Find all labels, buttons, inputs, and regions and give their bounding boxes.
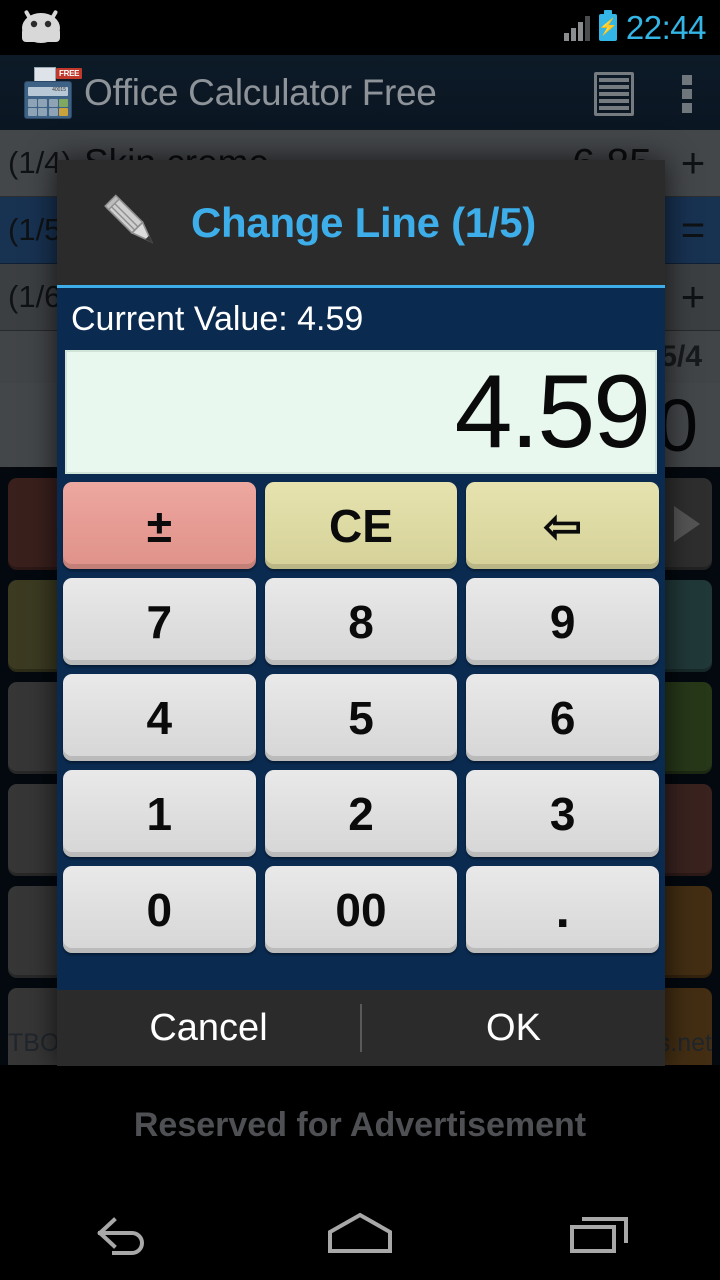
calculator-icon-keys: [28, 99, 68, 116]
digit-1-key[interactable]: 1: [63, 770, 256, 857]
keypad-row-456: 4 5 6: [63, 674, 660, 761]
pencil-edit-icon: [104, 193, 154, 243]
battery-charging-icon: ⚡: [597, 10, 618, 41]
dialog-keypad: ± CE ⇦ 7 8 9 4 5 6 1 2 3 0 00 .: [57, 474, 665, 953]
digit-9-key[interactable]: 9: [466, 578, 660, 665]
nav-recents-button[interactable]: [540, 1185, 660, 1280]
digit-00-key[interactable]: 00: [264, 866, 458, 953]
decimal-point-key[interactable]: .: [466, 866, 660, 953]
status-bar-right-cluster: ⚡ 22:44: [563, 0, 707, 55]
display-value: 4.59: [454, 354, 651, 470]
digit-6-key[interactable]: 6: [466, 674, 660, 761]
dialog-header: Change Line (1/5): [57, 160, 665, 288]
app-bar: 40015 FREE Office Calculator Free: [0, 55, 720, 130]
change-line-dialog: Change Line (1/5) Current Value: 4.59 4.…: [57, 160, 665, 1066]
digit-4-key[interactable]: 4: [63, 674, 256, 761]
digit-5-key[interactable]: 5: [264, 674, 458, 761]
status-bar-clock: 22:44: [625, 9, 707, 46]
status-bar: ⚡ 22:44: [0, 0, 720, 55]
value-display-field[interactable]: 4.59: [65, 350, 657, 474]
digit-0-key[interactable]: 0: [63, 866, 256, 953]
keypad-row-zero: 0 00 .: [63, 866, 660, 953]
current-value-label: Current Value: 4.59: [71, 299, 364, 338]
cancel-button[interactable]: Cancel: [57, 1007, 360, 1050]
nav-home-button[interactable]: [300, 1185, 420, 1280]
nav-back-button[interactable]: [60, 1185, 180, 1280]
calculator-icon-screen: 40015: [28, 87, 68, 96]
phone-screen: (1/4) Skin creme 6.85 + (1/5) = (1/6) + …: [0, 0, 720, 1280]
ok-button[interactable]: OK: [362, 1007, 665, 1050]
back-arrow-icon: [97, 1216, 144, 1255]
overflow-menu-icon[interactable]: [682, 75, 692, 113]
android-droid-icon: [22, 10, 60, 43]
system-navigation-bar: [0, 1185, 720, 1280]
app-title: Office Calculator Free: [84, 72, 437, 113]
backspace-key[interactable]: ⇦: [466, 482, 660, 569]
clear-entry-key[interactable]: CE: [264, 482, 458, 569]
digit-8-key[interactable]: 8: [264, 578, 458, 665]
home-icon: [328, 1212, 392, 1253]
signal-bars-icon: [563, 15, 590, 41]
keypad-row-123: 1 2 3: [63, 770, 660, 857]
dialog-title: Change Line (1/5): [191, 198, 536, 246]
free-badge: FREE: [56, 68, 83, 79]
digit-7-key[interactable]: 7: [63, 578, 256, 665]
dialog-footer: Cancel OK: [57, 990, 665, 1066]
digit-3-key[interactable]: 3: [466, 770, 660, 857]
keypad-row-functions: ± CE ⇦: [63, 482, 660, 569]
battery-bolt-glyph: ⚡: [597, 18, 618, 36]
recent-apps-icon: [570, 1216, 628, 1253]
keypad-row-789: 7 8 9: [63, 578, 660, 665]
sign-toggle-key[interactable]: ±: [63, 482, 256, 569]
tape-list-icon[interactable]: [594, 72, 634, 116]
digit-2-key[interactable]: 2: [264, 770, 458, 857]
calculator-app-icon: 40015 FREE: [20, 67, 83, 119]
